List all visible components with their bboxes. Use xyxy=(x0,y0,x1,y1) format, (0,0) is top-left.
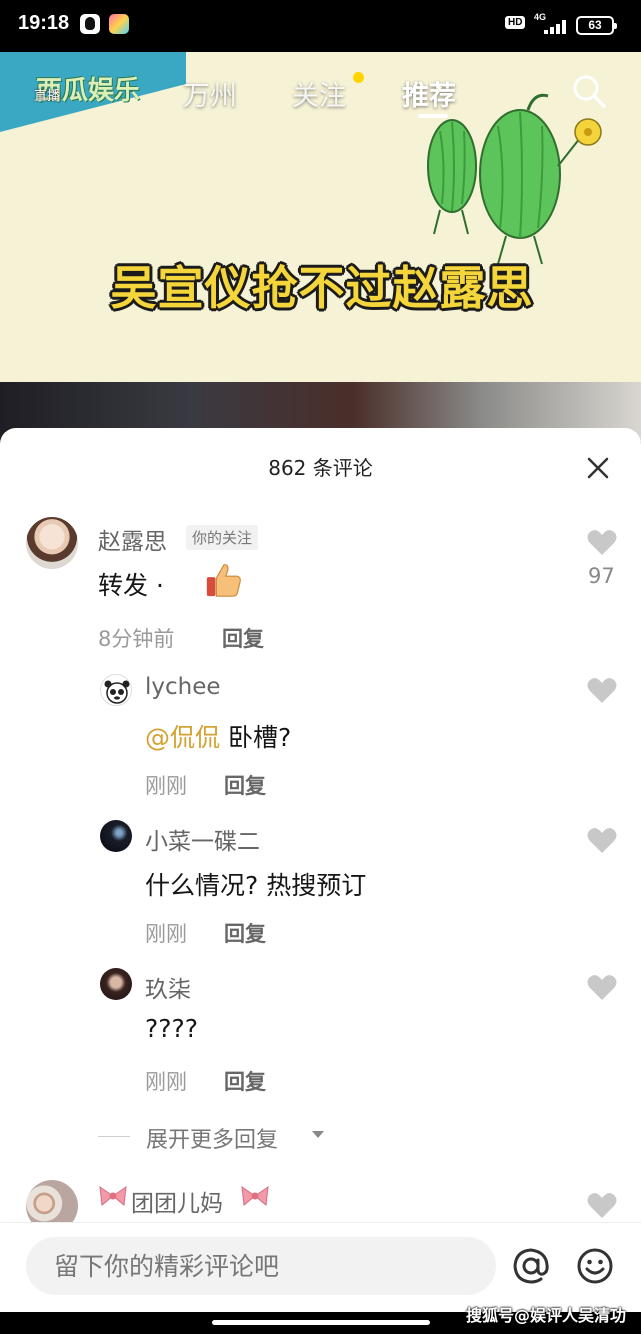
live-tab[interactable]: 直播 xyxy=(34,85,60,104)
avatar[interactable] xyxy=(100,674,132,706)
emoji-icon[interactable] xyxy=(576,1247,614,1285)
battery-icon: 63 xyxy=(576,16,617,35)
avatar[interactable] xyxy=(100,968,132,1000)
melon-cartoon-icon xyxy=(427,93,602,265)
heart-icon[interactable] xyxy=(587,677,617,704)
avatar[interactable] xyxy=(100,820,132,852)
ribbon-icon xyxy=(241,1185,269,1206)
follow-badge: 你的关注 xyxy=(186,525,259,550)
reply-time: 刚刚 xyxy=(145,774,187,798)
expand-replies-button[interactable]: 展开更多回复 xyxy=(146,1122,278,1154)
reply-time: 刚刚 xyxy=(145,922,187,946)
signal-icon xyxy=(544,18,570,34)
reply-text: ???? xyxy=(145,1014,199,1043)
mention-link[interactable]: @侃侃 xyxy=(145,723,220,752)
video-player[interactable]: 西瓜娱乐 直播 万州 关注 推荐 吴宣仪抢不过赵露思 xyxy=(0,52,641,442)
reply-author[interactable]: 玖柒 xyxy=(145,970,191,1004)
status-time: 19:18 xyxy=(18,12,70,34)
comment-author[interactable]: 赵露思 xyxy=(98,522,167,556)
comment-time: 8分钟前 xyxy=(98,627,175,651)
thumbs-up-icon xyxy=(206,564,241,597)
heart-icon[interactable] xyxy=(587,827,617,854)
comment-author[interactable]: 团团儿妈 xyxy=(131,1184,223,1218)
reply-button[interactable]: 回复 xyxy=(224,1066,266,1096)
comment-input-bar xyxy=(0,1222,641,1314)
reply-text: 什么情况? 热搜预订 xyxy=(145,871,367,900)
source-watermark: 搜狐号@娱评人吴清功 xyxy=(466,1306,627,1325)
reply-button[interactable]: 回复 xyxy=(222,623,264,653)
video-headline: 吴宣仪抢不过赵露思 xyxy=(110,261,534,315)
reply-time: 刚刚 xyxy=(145,1070,187,1094)
hd-badge: HD xyxy=(505,16,526,29)
at-icon[interactable] xyxy=(512,1247,550,1285)
ribbon-icon xyxy=(99,1185,127,1206)
heart-icon[interactable] xyxy=(587,1192,617,1219)
heart-icon[interactable] xyxy=(587,529,617,556)
reply-author[interactable]: lychee xyxy=(145,674,221,700)
game-app-icon xyxy=(109,14,129,34)
expand-divider xyxy=(98,1136,130,1137)
status-bar: 19:18 HD 4G 63 xyxy=(0,0,641,52)
close-icon[interactable] xyxy=(586,456,610,480)
comments-sheet: 862 条评论 赵露思 你的关注 转发 · 8分钟前 回复 97 lychee … xyxy=(0,428,641,1312)
home-indicator[interactable] xyxy=(212,1320,430,1325)
reply-text: @侃侃 卧槽? xyxy=(145,723,292,752)
follow-notification-dot xyxy=(353,72,364,83)
comment-input[interactable] xyxy=(26,1237,496,1295)
tab-follow[interactable]: 关注 xyxy=(292,74,346,113)
reply-button[interactable]: 回复 xyxy=(224,918,266,948)
qq-icon xyxy=(80,14,100,34)
comments-count-title: 862 条评论 xyxy=(268,456,373,480)
like-count: 97 xyxy=(588,564,615,588)
chevron-down-icon[interactable] xyxy=(312,1131,324,1138)
reply-author[interactable]: 小菜一碟二 xyxy=(145,822,260,856)
comment-text: 转发 · xyxy=(98,571,164,600)
reply-button[interactable]: 回复 xyxy=(224,770,266,800)
avatar[interactable] xyxy=(26,517,78,569)
tab-wanzhou[interactable]: 万州 xyxy=(183,74,237,113)
heart-icon[interactable] xyxy=(587,974,617,1001)
